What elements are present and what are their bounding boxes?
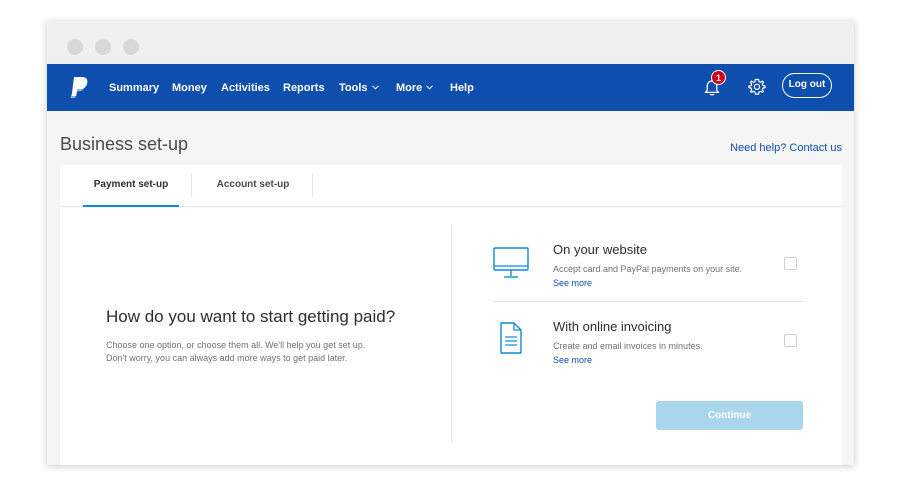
nav-reports[interactable]: Reports: [283, 81, 325, 95]
setup-card: Payment set-up Account set-up How do you…: [60, 165, 842, 465]
invoice-document-icon: [500, 322, 522, 354]
tab-payment-setup[interactable]: Payment set-up: [83, 165, 179, 207]
help-contact-link[interactable]: Need help? Contact us: [730, 142, 842, 154]
notification-badge: 1: [711, 70, 726, 85]
option-website-title: On your website: [553, 242, 647, 257]
option-invoicing-checkbox[interactable]: [784, 334, 797, 347]
continue-button[interactable]: Continue: [656, 401, 803, 430]
option-website-checkbox[interactable]: [784, 257, 797, 270]
option-invoicing-title: With online invoicing: [553, 319, 672, 334]
main-description-line: Don't worry, you can always add more way…: [106, 353, 348, 363]
main-description-line: Choose one option, or choose them all. W…: [106, 340, 366, 350]
chevron-down-icon: [371, 85, 379, 90]
top-navbar: Summary Money Activities Reports Tools M…: [47, 64, 854, 111]
tab-account-setup[interactable]: Account set-up: [193, 165, 313, 206]
nav-help[interactable]: Help: [450, 81, 474, 95]
window-titlebar: [47, 21, 854, 64]
tab-divider: [191, 173, 192, 197]
nav-more[interactable]: More: [396, 81, 434, 95]
browser-window: Summary Money Activities Reports Tools M…: [47, 21, 854, 465]
option-website-description: Accept card and PayPal payments on your …: [553, 264, 743, 274]
nav-tools-label: Tools: [339, 82, 368, 94]
tab-divider: [312, 173, 313, 197]
option-invoicing-description: Create and email invoices in minutes.: [553, 341, 703, 351]
main-heading: How do you want to start getting paid?: [106, 307, 396, 326]
option-website-see-more-link[interactable]: See more: [553, 278, 592, 288]
option-invoicing-see-more-link[interactable]: See more: [553, 355, 592, 365]
nav-tools[interactable]: Tools: [339, 81, 379, 95]
options-divider: [492, 301, 803, 302]
gear-icon[interactable]: [747, 77, 767, 97]
column-divider: [451, 225, 452, 443]
monitor-icon: [493, 247, 529, 278]
nav-summary[interactable]: Summary: [109, 81, 159, 95]
chevron-down-icon: [426, 85, 434, 90]
nav-more-label: More: [396, 82, 423, 94]
page-title: Business set-up: [60, 134, 189, 154]
window-close-dot[interactable]: [67, 39, 83, 55]
nav-money[interactable]: Money: [172, 81, 207, 95]
window-maximize-dot[interactable]: [123, 39, 139, 55]
logout-button[interactable]: Log out: [782, 73, 832, 98]
main-description: Choose one option, or choose them all. W…: [106, 339, 406, 365]
paypal-logo-icon[interactable]: [67, 76, 89, 100]
tab-bar: Payment set-up Account set-up: [60, 165, 842, 207]
nav-activities[interactable]: Activities: [221, 81, 270, 95]
window-minimize-dot[interactable]: [95, 39, 111, 55]
